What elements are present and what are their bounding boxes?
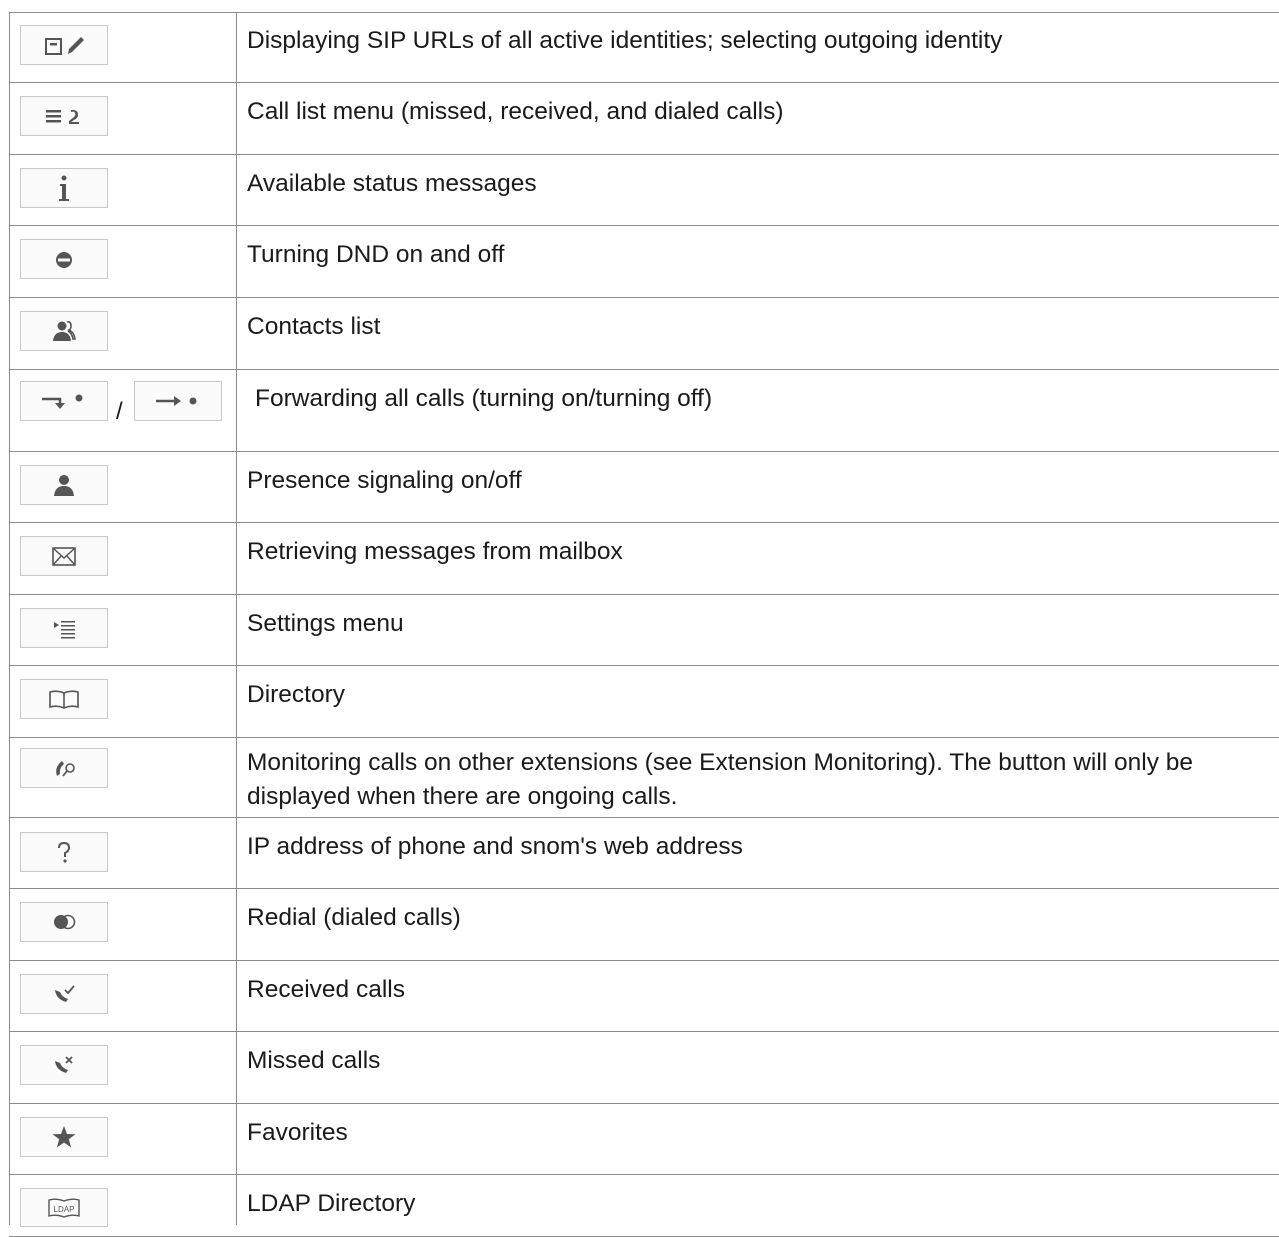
monitoring-button[interactable] (20, 748, 108, 788)
call-list-button[interactable] (20, 96, 108, 136)
favorites-button[interactable] (20, 1117, 108, 1157)
missed-calls-icon (40, 1052, 88, 1078)
dnd-button[interactable] (20, 239, 108, 279)
table-row: Displaying SIP URLs of all active identi… (9, 12, 1279, 83)
presence-button[interactable] (20, 465, 108, 505)
row-description: Displaying SIP URLs of all active identi… (247, 27, 1003, 54)
row-description: Favorites (247, 1119, 348, 1146)
monitoring-icon (40, 755, 88, 781)
help-icon (40, 838, 88, 866)
table-row: Received calls (9, 961, 1279, 1032)
icon-cell (9, 12, 237, 83)
forward-on-button[interactable] (20, 381, 108, 421)
row-description: Directory (247, 681, 346, 708)
table-row: Directory (9, 666, 1279, 738)
dnd-icon (40, 246, 88, 272)
icon-cell (9, 889, 237, 961)
icon-cell (9, 523, 237, 595)
redial-button[interactable] (20, 902, 108, 942)
icon-cell (9, 666, 237, 738)
forward-off-icon (150, 388, 206, 414)
table-row: / Forwarding all calls (turning on/turni… (9, 370, 1279, 452)
icon-cell (9, 738, 237, 818)
icon-cell (9, 452, 237, 523)
icon-cell (9, 818, 237, 889)
table-column-divider (236, 12, 237, 1225)
table-row: Available status messages (9, 155, 1279, 226)
table-row: Turning DND on and off (9, 226, 1279, 298)
row-description: Retrieving messages from mailbox (247, 538, 623, 565)
row-description: Contacts list (247, 313, 381, 340)
table-row: IP address of phone and snom's web addre… (9, 818, 1279, 889)
row-description: LDAP Directory (247, 1190, 416, 1217)
icon-cell (9, 961, 237, 1032)
directory-button[interactable] (20, 679, 108, 719)
row-description: Available status messages (247, 170, 537, 197)
table-left-border (9, 12, 10, 1225)
icon-cell (9, 1104, 237, 1175)
directory-book-icon (40, 686, 88, 712)
row-description: Forwarding all calls (turning on/turning… (255, 385, 713, 412)
ldap-directory-icon: LDAP (40, 1195, 88, 1221)
row-description: Missed calls (247, 1047, 381, 1074)
redial-icon (40, 909, 88, 935)
table-row: Call list menu (missed, received, and di… (9, 83, 1279, 155)
mailbox-icon (40, 543, 88, 569)
icon-cell: / (9, 370, 237, 452)
favorites-star-icon (40, 1123, 88, 1151)
table-row: Contacts list (9, 298, 1279, 370)
row-description: Redial (dialed calls) (247, 904, 461, 931)
ldap-icon-label: LDAP (54, 1205, 75, 1214)
icon-cell (9, 226, 237, 298)
identity-edit-button[interactable] (20, 25, 108, 65)
contacts-icon (40, 317, 88, 345)
info-icon (40, 173, 88, 203)
ldap-directory-button[interactable]: LDAP (20, 1188, 108, 1227)
received-calls-button[interactable] (20, 974, 108, 1014)
help-button[interactable] (20, 832, 108, 872)
table-row: LDAP LDAP Directory (9, 1175, 1279, 1237)
table-row: Favorites (9, 1104, 1279, 1175)
forward-off-button[interactable] (134, 381, 222, 421)
row-description: Presence signaling on/off (247, 467, 522, 494)
row-description: Monitoring calls on other extensions (se… (247, 749, 1194, 810)
separator-slash: / (116, 398, 123, 425)
icon-cell: LDAP (9, 1175, 237, 1237)
table-row: Monitoring calls on other extensions (se… (9, 738, 1279, 818)
mailbox-button[interactable] (20, 536, 108, 576)
table-row: Retrieving messages from mailbox (9, 523, 1279, 595)
icon-cell (9, 595, 237, 666)
row-description: Call list menu (missed, received, and di… (247, 98, 784, 125)
table-row: Settings menu (9, 595, 1279, 666)
table-row: Redial (dialed calls) (9, 889, 1279, 961)
settings-menu-icon (40, 615, 88, 641)
icon-cell (9, 298, 237, 370)
table-row: Missed calls (9, 1032, 1279, 1104)
status-messages-button[interactable] (20, 168, 108, 208)
call-list-icon (40, 103, 88, 129)
settings-menu-button[interactable] (20, 608, 108, 648)
presence-icon (40, 471, 88, 499)
icon-cell (9, 155, 237, 226)
missed-calls-button[interactable] (20, 1045, 108, 1085)
icon-cell (9, 83, 237, 155)
forward-on-icon (36, 388, 92, 414)
table-row: Presence signaling on/off (9, 452, 1279, 523)
row-description: Settings menu (247, 610, 404, 637)
icon-cell (9, 1032, 237, 1104)
identity-edit-icon (40, 32, 88, 58)
contacts-button[interactable] (20, 311, 108, 351)
row-description: Received calls (247, 976, 405, 1003)
row-description: Turning DND on and off (247, 241, 505, 268)
received-calls-icon (40, 981, 88, 1007)
row-description: IP address of phone and snom's web addre… (247, 833, 743, 860)
